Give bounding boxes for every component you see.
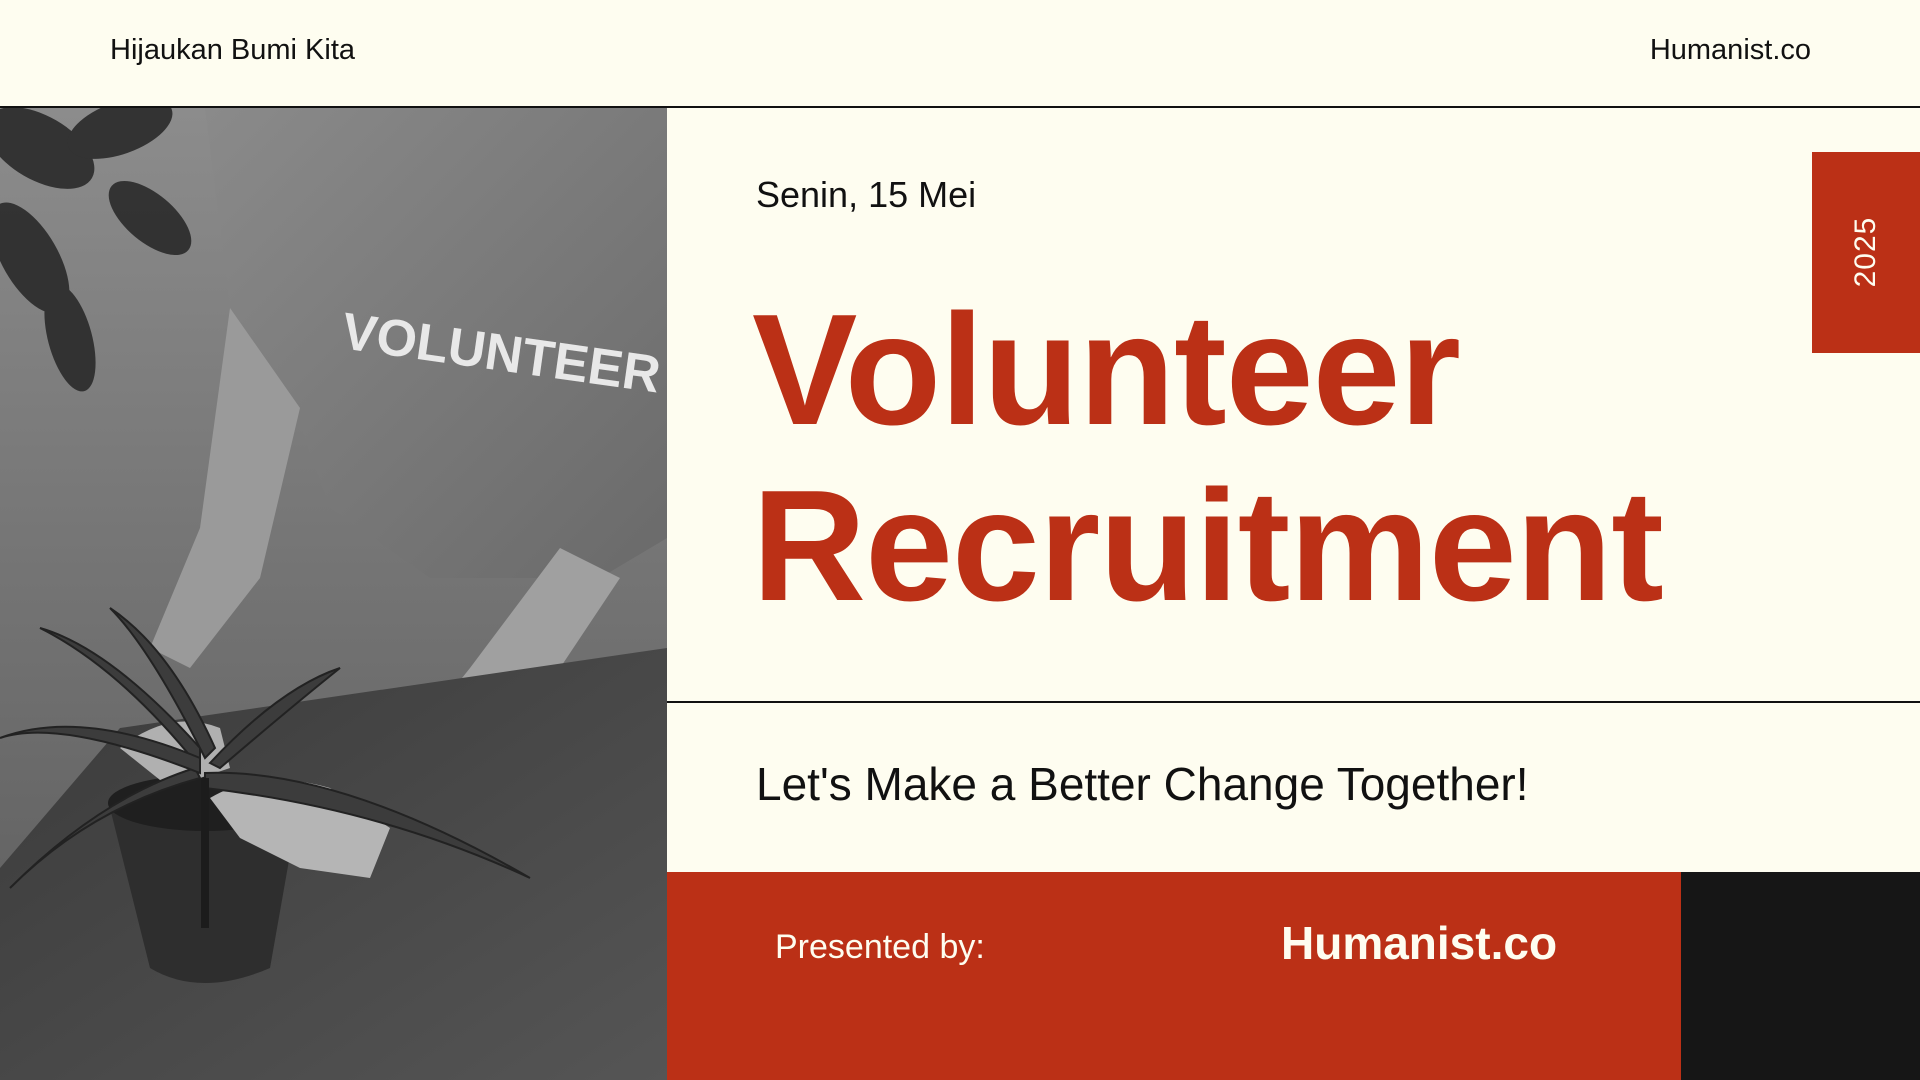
presented-by-label: Presented by: <box>775 928 985 966</box>
footer-presented-panel: Presented by: Humanist.co <box>667 872 1681 1080</box>
header-brand: Humanist.co <box>1649 34 1811 66</box>
title-line-2: Recruitment <box>752 458 1664 634</box>
page-title: Volunteer Recruitment <box>752 282 1664 634</box>
presenter-brand: Humanist.co <box>1281 917 1558 969</box>
content-divider <box>667 701 1920 703</box>
slide: Hijaukan Bumi Kita Humanist.co VOLUNTEER… <box>0 0 1920 1080</box>
event-date: Senin, 15 Mei <box>756 174 977 215</box>
volunteer-photo: VOLUNTEER <box>0 108 667 1080</box>
footer-dark-block <box>1681 872 1920 1080</box>
tagline: Let's Make a Better Change Together! <box>756 758 1529 810</box>
year-badge: 2025 <box>1812 152 1920 353</box>
year-label: 2025 <box>1849 216 1882 288</box>
header-tagline: Hijaukan Bumi Kita <box>110 34 355 66</box>
title-line-1: Volunteer <box>752 282 1461 458</box>
header-bar: Hijaukan Bumi Kita Humanist.co <box>0 0 1920 108</box>
